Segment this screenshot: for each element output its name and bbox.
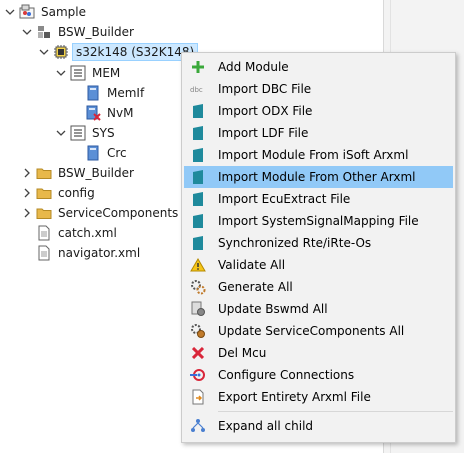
plus-icon [190, 59, 206, 75]
module-icon [85, 85, 101, 101]
tree-label: catch.xml [58, 226, 117, 240]
chevron-down-icon[interactable] [4, 6, 16, 18]
tree-label: MemIf [107, 86, 145, 100]
update-icon [190, 301, 206, 317]
menu-item-expand-all-child[interactable]: Expand all child [184, 415, 453, 437]
connection-icon [190, 367, 206, 383]
tree-label: s32k148 (S32K148) [72, 43, 199, 61]
tree-node-catch-xml[interactable]: catch.xml [36, 223, 120, 243]
tree-node-sample[interactable]: Sample [4, 2, 89, 22]
chevron-down-icon[interactable] [38, 46, 50, 58]
tree-node-mem[interactable]: MEM [55, 63, 123, 83]
chevron-down-icon[interactable] [21, 26, 33, 38]
menu-item-update-bswmd[interactable]: Update Bswmd All [184, 298, 453, 320]
import-icon [190, 103, 206, 119]
list-icon [70, 65, 86, 81]
folder-icon [36, 165, 52, 181]
menu-item-export-arxml[interactable]: Export Entirety Arxml File [184, 386, 453, 408]
tree-label: SYS [92, 126, 115, 140]
import-icon [190, 235, 206, 251]
tree-node-sys[interactable]: SYS [55, 123, 118, 143]
chevron-right-icon[interactable] [21, 187, 33, 199]
menu-separator [218, 411, 453, 412]
tree-label: ServiceComponents [58, 206, 179, 220]
menu-item-update-service-components[interactable]: Update ServiceComponents All [184, 320, 453, 342]
tree-label: BSW_Builder [58, 25, 134, 39]
chevron-down-icon[interactable] [55, 67, 67, 79]
tree-label: navigator.xml [58, 246, 141, 260]
tree-label: MEM [92, 66, 121, 80]
menu-item-import-other-arxml[interactable]: Import Module From Other Arxml [184, 166, 453, 188]
tree-label: config [58, 186, 95, 200]
chip-icon [53, 44, 69, 60]
tree-node-nvm[interactable]: NvM [85, 103, 136, 123]
import-icon [190, 213, 206, 229]
builder-icon [36, 24, 52, 40]
svg-text:dbc: dbc [190, 86, 203, 94]
export-icon [190, 389, 206, 405]
folder-icon [36, 185, 52, 201]
expand-icon [190, 418, 206, 434]
delete-icon [190, 345, 206, 361]
menu-item-import-dbc[interactable]: dbc Import DBC File [184, 78, 453, 100]
tree-node-mcu[interactable]: s32k148 (S32K148) [38, 42, 199, 62]
menu-item-import-ldf[interactable]: Import LDF File [184, 122, 453, 144]
folder-icon [36, 205, 52, 221]
tree-node-bsw-builder-folder[interactable]: BSW_Builder [21, 163, 137, 183]
menu-item-generate-all[interactable]: Generate All [184, 276, 453, 298]
context-menu: Add Module dbc Import DBC File Import OD… [181, 52, 456, 443]
menu-item-validate-all[interactable]: Validate All [184, 254, 453, 276]
tree-node-bsw-builder[interactable]: BSW_Builder [21, 22, 137, 42]
menu-item-import-signal-mapping[interactable]: Import SystemSignalMapping File [184, 210, 453, 232]
module-icon [85, 145, 101, 161]
menu-item-synchronized-rte[interactable]: Synchronized Rte/iRte-Os [184, 232, 453, 254]
file-icon [36, 245, 52, 261]
tree-node-navigator-xml[interactable]: navigator.xml [36, 243, 143, 263]
generate-icon [190, 279, 206, 295]
module-error-icon [85, 105, 101, 121]
warning-icon [190, 257, 206, 273]
menu-item-configure-connections[interactable]: Configure Connections [184, 364, 453, 386]
chevron-right-icon[interactable] [21, 207, 33, 219]
list-icon [70, 125, 86, 141]
chevron-right-icon[interactable] [21, 167, 33, 179]
import-icon [190, 191, 206, 207]
import-icon [190, 147, 206, 163]
import-icon [190, 125, 206, 141]
chevron-down-icon[interactable] [55, 127, 67, 139]
update-gear-icon [190, 323, 206, 339]
tree-node-config[interactable]: config [21, 183, 98, 203]
dbc-icon: dbc [190, 81, 206, 97]
menu-item-import-ecuextract[interactable]: Import EcuExtract File [184, 188, 453, 210]
file-icon [36, 225, 52, 241]
menu-item-del-mcu[interactable]: Del Mcu [184, 342, 453, 364]
menu-item-add-module[interactable]: Add Module [184, 56, 453, 78]
import-icon [190, 169, 206, 185]
tree-label: NvM [107, 106, 134, 120]
menu-item-import-odx[interactable]: Import ODX File [184, 100, 453, 122]
tree-node-memif[interactable]: MemIf [85, 83, 147, 103]
tree-label: BSW_Builder [58, 166, 134, 180]
menu-item-import-isoft-arxml[interactable]: Import Module From iSoft Arxml [184, 144, 453, 166]
tree-node-crc[interactable]: Crc [85, 143, 130, 163]
tree-label: Sample [41, 5, 86, 19]
tree-node-service-components[interactable]: ServiceComponents [21, 203, 181, 223]
project-icon [19, 4, 35, 20]
tree-label: Crc [107, 146, 127, 160]
